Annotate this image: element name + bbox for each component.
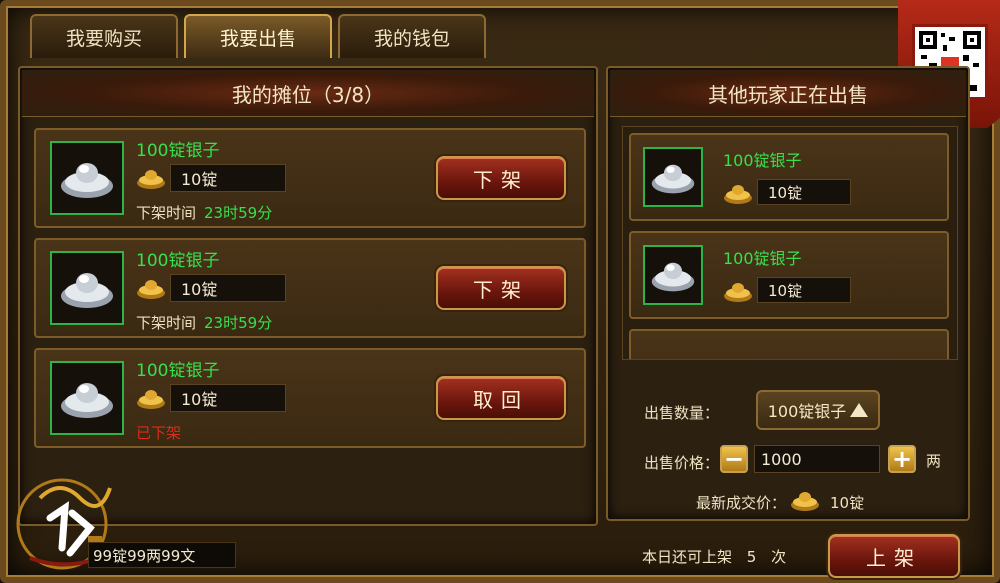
gold-ingot-icon [137,390,165,409]
increase-price-button[interactable]: + [888,445,916,473]
price-unit: 两 [926,452,942,470]
decrease-price-button[interactable]: − [720,445,748,473]
delist-button[interactable]: 下架 [436,156,566,200]
retrieve-button[interactable]: 取回 [436,376,566,420]
daily-listing-remaining: 本日还可上架 5 次 [642,546,786,567]
my-stall-panel: 我的摊位（3/8） 100锭银子 10锭 下架时间 23时59分 下架 100锭银… [18,66,598,526]
sell-price-label: 出售价格： [644,454,720,472]
delisted-status: 已下架 [136,424,182,442]
sell-qty-select[interactable]: 100锭银子 [756,390,880,430]
item-slot [643,147,703,207]
silver-ingot-icon [651,164,695,194]
tab-sell[interactable]: 我要出售 [184,14,332,58]
gold-ingot-icon [724,283,752,302]
expire-time: 下架时间 23时59分 [136,312,272,333]
silver-ingot-icon [61,273,113,308]
item-name: 100锭银子 [136,141,220,161]
expire-time-value: 23时59分 [204,204,273,222]
item-slot[interactable] [50,141,124,215]
last-price-value: 10锭 [830,494,865,512]
item-name: 100锭银子 [136,251,220,271]
stall-item: 100锭银子 10锭 已下架 取回 [34,348,586,448]
silver-ingot-icon [651,262,695,292]
item-slot[interactable] [50,251,124,325]
list-item[interactable] [629,329,949,359]
silver-ingot-icon [61,383,113,418]
item-name: 100锭银子 [723,249,802,268]
list-for-sale-button[interactable]: 上架 [828,534,960,578]
list-item[interactable]: 100锭银子 10锭 [629,133,949,221]
triangle-up-icon [850,403,869,417]
minus-icon: − [723,445,745,473]
remaining-text: 本日还可上架 [642,548,733,566]
player-currency: 99锭99两99文 [88,542,236,568]
list-item[interactable]: 100锭银子 10锭 [629,231,949,319]
other-sellers-title: 其他玩家正在出售 [610,70,966,117]
remaining-count: 5 [746,548,757,566]
stall-item: 100锭银子 10锭 下架时间 23时59分 下架 [34,128,586,228]
plus-icon: + [891,445,913,473]
tab-buy[interactable]: 我要购买 [30,14,178,58]
item-price: 10锭 [757,277,851,303]
other-sellers-list[interactable]: 100锭银子 10锭 100锭银子 10锭 [622,126,958,360]
item-price: 10锭 [170,164,286,192]
gold-ingot-icon [724,185,752,204]
item-price: 10锭 [757,179,851,205]
item-price: 10锭 [170,274,286,302]
sell-qty-value: 100锭银子 [767,402,847,421]
gold-ingot-icon [791,492,819,511]
gold-ingot-icon [137,280,165,299]
item-slot[interactable] [50,361,124,435]
gold-ingot-icon [137,170,165,189]
tab-bar: 我要购买 我要出售 我的钱包 [30,14,486,58]
item-price: 10锭 [170,384,286,412]
my-stall-title: 我的摊位（3/8） [22,70,594,117]
item-name: 100锭银子 [136,361,220,381]
silver-ingot-icon [61,163,113,198]
expire-time-label: 下架时间 [136,204,197,222]
last-price-label: 最新成交价： [696,494,787,512]
expire-time-label: 下架时间 [136,314,197,332]
other-sellers-panel: 其他玩家正在出售 100锭银子 10锭 100锭银子 10锭 出售数量： 100… [606,66,970,521]
item-name: 100锭银子 [723,151,802,170]
expire-time-value: 23时59分 [204,314,273,332]
delist-button[interactable]: 下架 [436,266,566,310]
sell-qty-label: 出售数量： [644,404,720,422]
stall-item: 100锭银子 10锭 下架时间 23时59分 下架 [34,238,586,338]
expire-time: 下架时间 23时59分 [136,202,272,223]
sell-price-input[interactable]: 1000 [754,445,880,473]
item-slot [643,245,703,305]
remaining-unit: 次 [771,548,787,566]
tab-wallet[interactable]: 我的钱包 [338,14,486,58]
